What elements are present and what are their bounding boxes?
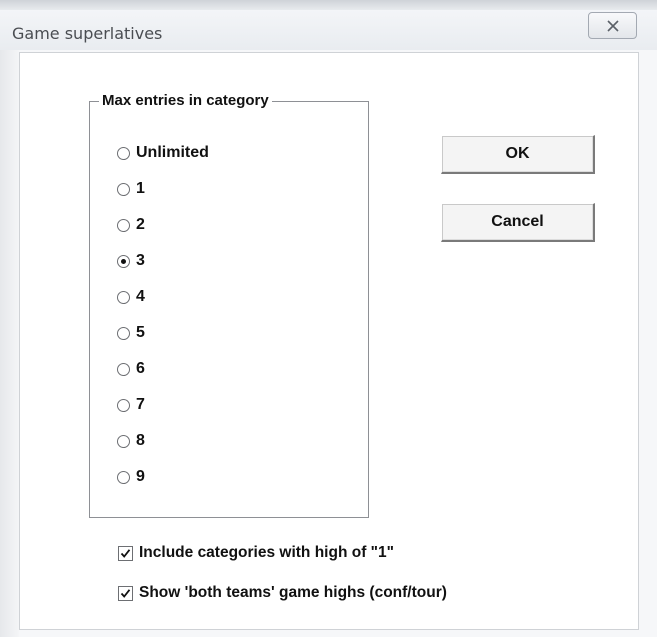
window-title: Game superlatives [12, 24, 163, 43]
ok-button[interactable]: OK [441, 135, 595, 174]
cancel-button[interactable]: Cancel [441, 203, 595, 242]
radio-button[interactable] [117, 470, 130, 484]
groupbox-label: Max entries in category [99, 91, 272, 111]
show-both-teams-checkbox-row[interactable]: Show 'both teams' game highs (conf/tour) [118, 582, 447, 604]
radio-option-9[interactable]: 9 [117, 466, 145, 488]
radio-option-2[interactable]: 2 [117, 214, 145, 236]
window-top-edge [0, 0, 657, 10]
checkmark-icon [120, 588, 131, 598]
radio-button[interactable] [117, 434, 130, 448]
radio-button[interactable] [117, 146, 130, 160]
checkmark-icon [120, 548, 131, 558]
radio-label: 4 [136, 288, 145, 305]
radio-label: 9 [136, 468, 145, 485]
radio-label: 3 [136, 252, 145, 269]
radio-label: 6 [136, 360, 145, 377]
radio-option-7[interactable]: 7 [117, 394, 145, 416]
radio-option-5[interactable]: 5 [117, 322, 145, 344]
radio-option-4[interactable]: 4 [117, 286, 145, 308]
checkbox-label: Include categories with high of "1" [139, 544, 394, 561]
radio-label: Unlimited [136, 144, 209, 161]
include-high-of-1-checkbox-row[interactable]: Include categories with high of "1" [118, 542, 394, 564]
radio-option-1[interactable]: 1 [117, 178, 145, 200]
radio-button[interactable] [117, 290, 130, 304]
include-high-of-1-checkbox[interactable] [118, 545, 133, 561]
radio-button[interactable] [117, 398, 130, 412]
radio-option-unlimited[interactable]: Unlimited [117, 142, 209, 164]
close-icon [607, 20, 619, 32]
radio-label: 8 [136, 432, 145, 449]
show-both-teams-checkbox[interactable] [118, 585, 133, 601]
radio-option-6[interactable]: 6 [117, 358, 145, 380]
radio-button[interactable] [117, 182, 130, 196]
radio-label: 1 [136, 180, 145, 197]
close-button[interactable] [588, 12, 637, 39]
radio-label: 7 [136, 396, 145, 413]
radio-button[interactable] [117, 326, 130, 340]
radio-button[interactable] [117, 218, 130, 232]
radio-button[interactable] [117, 362, 130, 376]
checkbox-label: Show 'both teams' game highs (conf/tour) [139, 584, 447, 601]
radio-option-8[interactable]: 8 [117, 430, 145, 452]
window-left-border [0, 50, 19, 637]
radio-option-3[interactable]: 3 [117, 250, 145, 272]
radio-button-selected[interactable] [117, 254, 130, 268]
radio-label: 2 [136, 216, 145, 233]
radio-label: 5 [136, 324, 145, 341]
dialog-window: Game superlatives Max entries in categor… [0, 0, 657, 637]
